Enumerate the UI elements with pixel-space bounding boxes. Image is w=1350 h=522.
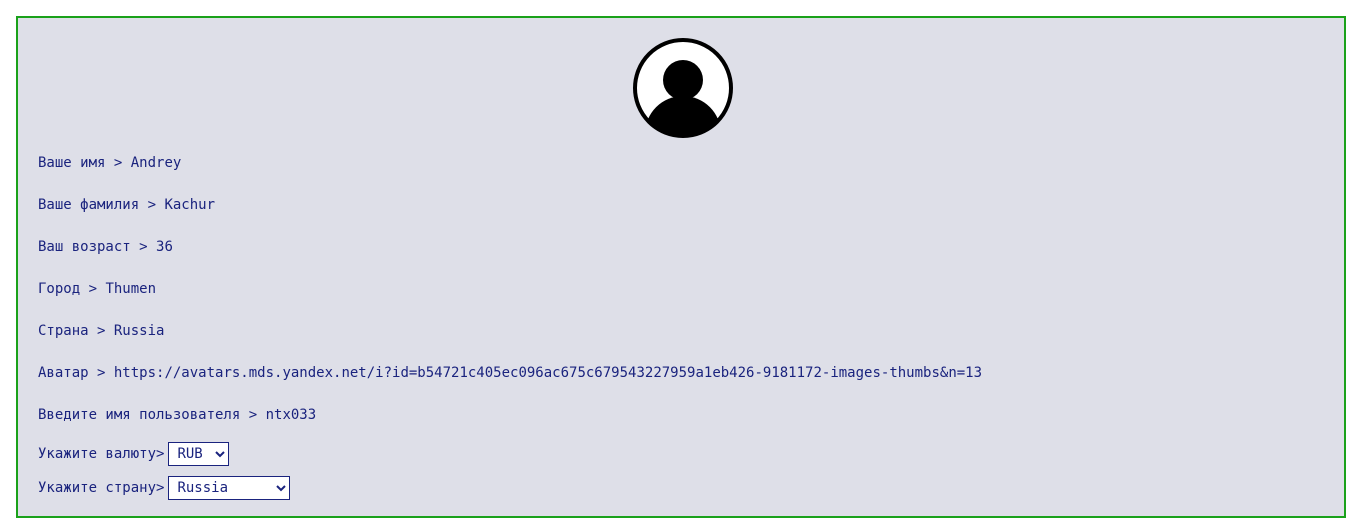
field-username: Введите имя пользователя > ntx033 — [38, 406, 316, 424]
field-label: Страна — [38, 323, 89, 339]
field-separator: > — [88, 323, 114, 339]
field-label: Ваш возраст — [38, 239, 131, 255]
field-separator: > — [130, 239, 157, 255]
currency-select[interactable]: RUB — [168, 442, 230, 466]
field-value: Andrey — [130, 155, 182, 171]
field-city: Город > Thumen — [38, 280, 156, 298]
currency-label: Укажите валюту> — [38, 446, 165, 462]
field-value: Thumen — [105, 281, 157, 297]
field-last-name: Ваше фамилия > Kachur — [38, 196, 215, 214]
country-row: Укажите страну> Russia — [38, 476, 291, 500]
field-first-name: Ваше имя > Andrey — [38, 154, 181, 172]
field-label: Ваше фамилия — [38, 197, 140, 213]
user-avatar-icon — [633, 38, 733, 138]
field-separator: > — [105, 155, 131, 171]
field-value: Russia — [113, 323, 165, 339]
profile-card: Ваше имя > Andrey Ваше фамилия > Kachur … — [16, 16, 1346, 518]
field-avatar-url: Аватар > https://avatars.mds.yandex.net/… — [38, 364, 982, 382]
field-value: 36 — [156, 239, 173, 255]
currency-row: Укажите валюту> RUB — [38, 442, 230, 466]
field-value: Kachur — [164, 197, 216, 213]
field-label: Аватар — [38, 365, 89, 381]
field-separator: > — [80, 281, 106, 297]
field-separator: > — [88, 365, 114, 381]
field-label: Ваше имя — [38, 155, 106, 171]
field-label: Введите имя пользователя — [38, 407, 241, 423]
field-label: Город — [38, 281, 81, 297]
field-value: ntx033 — [265, 407, 317, 423]
field-country: Страна > Russia — [38, 322, 164, 340]
field-separator: > — [240, 407, 266, 423]
field-value: https://avatars.mds.yandex.net/i?id=b547… — [113, 365, 983, 381]
field-age: Ваш возраст > 36 — [38, 238, 173, 256]
country-label: Укажите страну> — [38, 480, 165, 496]
country-select[interactable]: Russia — [168, 476, 291, 500]
field-separator: > — [139, 197, 165, 213]
